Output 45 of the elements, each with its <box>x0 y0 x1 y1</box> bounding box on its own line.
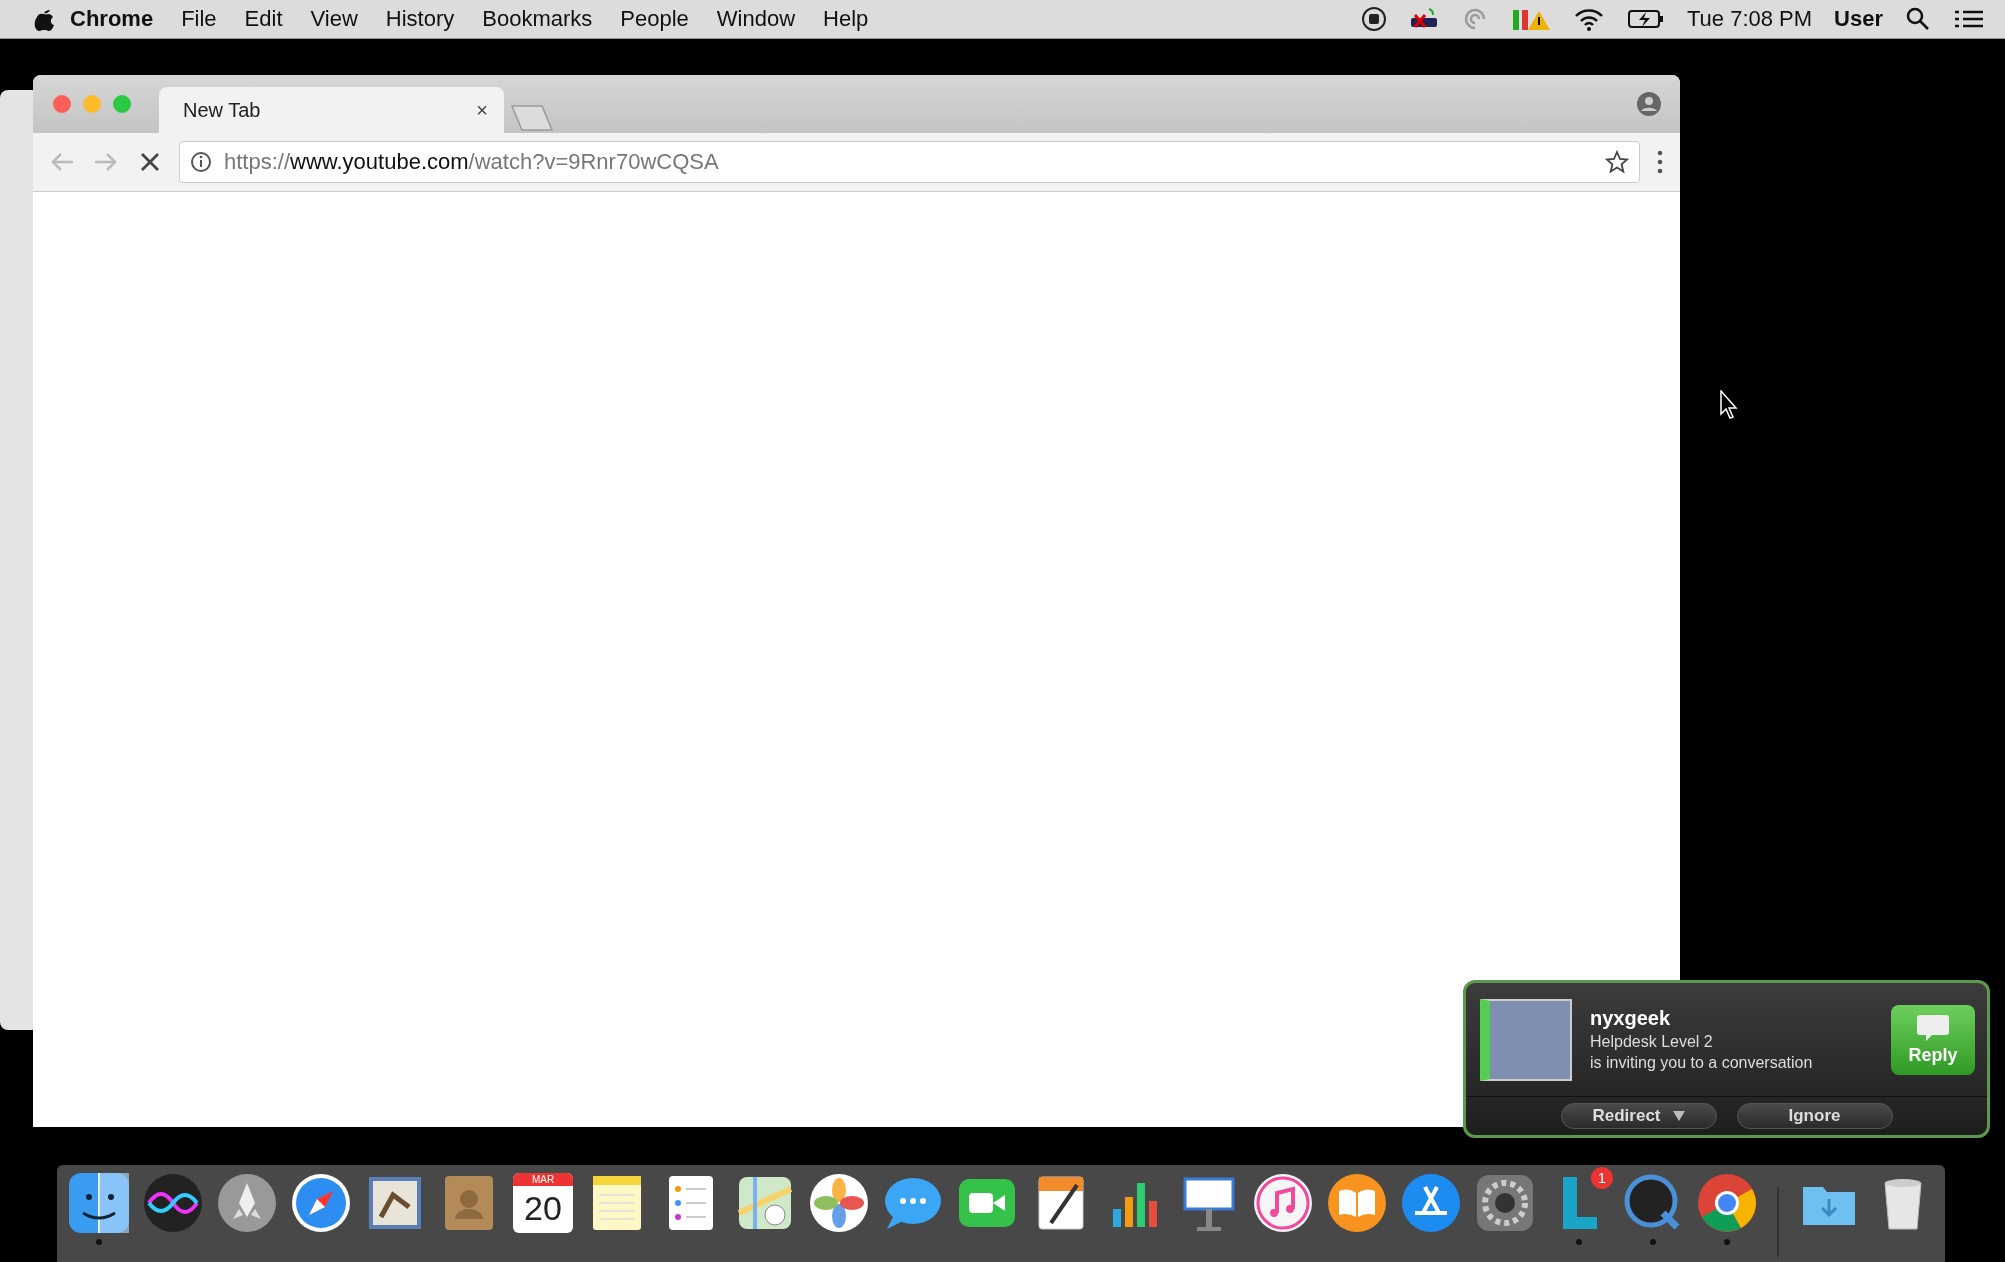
record-icon[interactable] <box>1360 6 1387 32</box>
mouse-pointer-icon <box>1720 390 1740 420</box>
sender-title: Helpdesk Level 2 <box>1590 1033 1714 1051</box>
menu-item[interactable]: Edit <box>230 6 297 32</box>
menu-item[interactable]: Bookmarks <box>468 6 607 32</box>
menu-item[interactable]: History <box>371 6 469 32</box>
sender-name: nyxgeek <box>1590 1007 1672 1030</box>
speech-bubble-icon <box>1916 1013 1950 1043</box>
calendar-icon[interactable]: MAR 20 <box>513 1173 573 1233</box>
info-icon[interactable] <box>190 151 212 173</box>
wave-orb-icon[interactable] <box>143 1173 203 1233</box>
menu-item[interactable]: View <box>296 6 372 32</box>
smiling-face-icon[interactable] <box>69 1173 129 1233</box>
running-indicator <box>1724 1239 1730 1245</box>
gear-icon[interactable] <box>1475 1173 1535 1233</box>
redirect-button[interactable]: Redirect <box>1560 1103 1717 1129</box>
profile-icon[interactable] <box>1636 91 1662 117</box>
search-icon[interactable] <box>1905 6 1931 32</box>
notification-badge: 1 <box>1591 1167 1613 1189</box>
flower-icon[interactable] <box>809 1173 869 1233</box>
ignore-button[interactable]: Ignore <box>1736 1103 1893 1129</box>
menu-item[interactable]: File <box>167 6 231 32</box>
browser-tab[interactable]: New Tab × <box>159 87 504 133</box>
compass-icon[interactable] <box>291 1173 351 1233</box>
wifi-icon[interactable] <box>1572 6 1605 32</box>
rocket-icon[interactable] <box>217 1173 277 1233</box>
bookmark-star-icon[interactable] <box>1605 150 1629 174</box>
music-note-icon[interactable] <box>1253 1173 1313 1233</box>
url-text: https://www.youtube.com/watch?v=9Rnr70wCQSA <box>224 149 719 175</box>
running-indicator <box>96 1239 102 1245</box>
close-tab-button[interactable]: × <box>476 98 488 122</box>
caret-icon <box>1672 1111 1685 1121</box>
menu-item[interactable]: People <box>606 6 703 32</box>
clock[interactable]: Tue 7:08 PM <box>1686 6 1813 32</box>
app-store-icon[interactable] <box>1401 1173 1461 1233</box>
open-book-icon[interactable] <box>1327 1173 1387 1233</box>
chrome-icon[interactable] <box>1697 1173 1757 1233</box>
running-indicator <box>1650 1239 1656 1245</box>
app-menu[interactable]: Chrome <box>56 6 168 32</box>
notification-message: is inviting you to a conversation <box>1590 1054 1814 1072</box>
user-menu[interactable]: User <box>1834 6 1883 32</box>
running-indicator <box>1576 1239 1582 1245</box>
address-bar[interactable]: https://www.youtube.com/watch?v=9Rnr70wCQSA <box>179 141 1640 183</box>
menu-item[interactable]: Window <box>702 6 810 32</box>
menu-item[interactable]: Help <box>809 6 883 32</box>
